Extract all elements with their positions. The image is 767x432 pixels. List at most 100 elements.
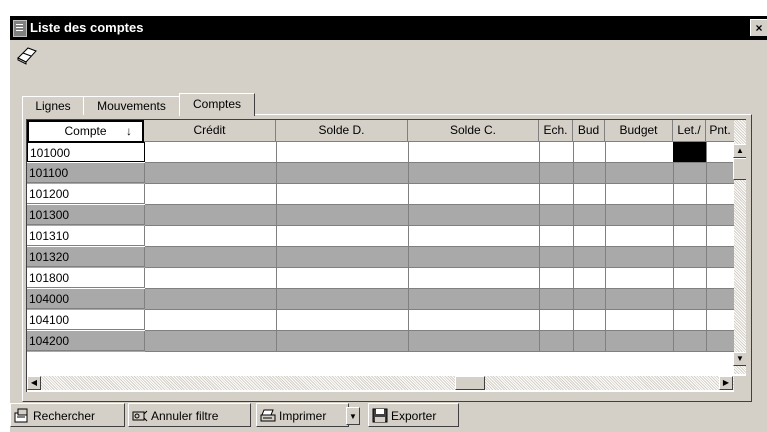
- scroll-up-button[interactable]: ▲: [733, 144, 746, 158]
- cell-solde-d[interactable]: [276, 184, 409, 205]
- table-row[interactable]: 101100: [27, 163, 735, 184]
- cell-pnt[interactable]: [706, 310, 735, 331]
- vertical-scrollbar[interactable]: ▲ ▼: [733, 120, 746, 374]
- cell-ech[interactable]: [539, 268, 574, 289]
- cell-bud[interactable]: [573, 226, 606, 247]
- column-header-pnt[interactable]: Pnt.: [706, 120, 735, 142]
- cell-ech[interactable]: [539, 163, 574, 184]
- horizontal-scroll-thumb[interactable]: [455, 376, 485, 390]
- table-row[interactable]: 101800: [27, 268, 735, 289]
- cell-compte[interactable]: 101800: [27, 268, 145, 288]
- cell-pnt[interactable]: [706, 247, 735, 268]
- cell-solde-d[interactable]: [276, 247, 409, 268]
- cell-solde-d[interactable]: [276, 226, 409, 247]
- cell-solde-d[interactable]: [276, 205, 409, 226]
- cell-solde-d[interactable]: [276, 289, 409, 310]
- cell-credit[interactable]: [145, 226, 277, 247]
- eraser-icon[interactable]: [15, 44, 41, 66]
- cell-budget[interactable]: [605, 247, 674, 268]
- cell-solde-c[interactable]: [408, 184, 540, 205]
- table-row[interactable]: 101300: [27, 205, 735, 226]
- cell-bud[interactable]: [573, 331, 606, 352]
- column-header-bud[interactable]: Bud: [573, 120, 605, 142]
- cell-solde-c[interactable]: [408, 163, 540, 184]
- cell-let[interactable]: [673, 268, 707, 289]
- cell-budget[interactable]: [605, 268, 674, 289]
- print-options-dropdown[interactable]: ▼: [346, 407, 360, 425]
- cell-solde-c[interactable]: [408, 268, 540, 289]
- cell-let[interactable]: [673, 205, 707, 226]
- cell-compte[interactable]: 104000: [27, 289, 145, 309]
- cell-budget[interactable]: [605, 205, 674, 226]
- cell-pnt[interactable]: [706, 226, 735, 247]
- cell-bud[interactable]: [573, 268, 606, 289]
- cell-let[interactable]: [673, 226, 707, 247]
- cell-budget[interactable]: [605, 310, 674, 331]
- table-row[interactable]: 101310: [27, 226, 735, 247]
- cell-ech[interactable]: [539, 226, 574, 247]
- cell-credit[interactable]: [145, 247, 277, 268]
- close-button[interactable]: ×: [750, 19, 767, 36]
- column-header-compte[interactable]: Compte ↓: [27, 120, 144, 143]
- cell-pnt[interactable]: [706, 163, 735, 184]
- cell-bud[interactable]: [573, 163, 606, 184]
- cell-ech[interactable]: [539, 289, 574, 310]
- cell-budget[interactable]: [605, 184, 674, 205]
- cell-solde-c[interactable]: [408, 205, 540, 226]
- cell-solde-c[interactable]: [408, 142, 540, 163]
- cell-compte[interactable]: 101310: [27, 226, 145, 246]
- cell-credit[interactable]: [145, 310, 277, 331]
- cell-compte[interactable]: 104200: [27, 331, 145, 351]
- table-row[interactable]: 101320: [27, 247, 735, 268]
- column-header-solde-d[interactable]: Solde D.: [276, 120, 408, 142]
- cell-bud[interactable]: [573, 184, 606, 205]
- cell-let-selected[interactable]: [673, 142, 707, 163]
- cell-credit[interactable]: [145, 184, 277, 205]
- cell-solde-c[interactable]: [408, 310, 540, 331]
- cell-credit[interactable]: [145, 142, 277, 163]
- cell-compte[interactable]: 101300: [27, 205, 145, 225]
- tab-mouvements[interactable]: Mouvements: [83, 96, 180, 115]
- title-bar[interactable]: Liste des comptes ×: [10, 16, 767, 40]
- cell-solde-d[interactable]: [276, 163, 409, 184]
- cell-credit[interactable]: [145, 268, 277, 289]
- cell-pnt[interactable]: [706, 184, 735, 205]
- cell-let[interactable]: [673, 184, 707, 205]
- cell-let[interactable]: [673, 331, 707, 352]
- cell-compte[interactable]: 101100: [27, 163, 145, 183]
- export-button[interactable]: Exporter: [368, 403, 459, 427]
- scroll-down-button[interactable]: ▼: [733, 352, 746, 366]
- cell-budget[interactable]: [605, 289, 674, 310]
- tab-comptes[interactable]: Comptes: [179, 93, 255, 116]
- cell-credit[interactable]: [145, 331, 277, 352]
- cell-ech[interactable]: [539, 310, 574, 331]
- cell-credit[interactable]: [145, 205, 277, 226]
- cell-solde-d[interactable]: [276, 142, 409, 163]
- cell-ech[interactable]: [539, 142, 574, 163]
- cell-budget[interactable]: [605, 142, 674, 163]
- print-button[interactable]: Imprimer: [256, 403, 349, 427]
- vertical-scroll-thumb[interactable]: [733, 158, 746, 180]
- table-row[interactable]: 104100: [27, 310, 735, 331]
- horizontal-scrollbar[interactable]: ◀ ▶: [27, 376, 734, 390]
- scroll-left-button[interactable]: ◀: [27, 376, 41, 390]
- cell-ech[interactable]: [539, 184, 574, 205]
- column-header-solde-c[interactable]: Solde C.: [408, 120, 539, 142]
- cell-ech[interactable]: [539, 205, 574, 226]
- cell-bud[interactable]: [573, 247, 606, 268]
- cell-solde-c[interactable]: [408, 289, 540, 310]
- cell-pnt[interactable]: [706, 268, 735, 289]
- cell-ech[interactable]: [539, 331, 574, 352]
- cell-solde-d[interactable]: [276, 310, 409, 331]
- cell-budget[interactable]: [605, 226, 674, 247]
- table-row[interactable]: 104000: [27, 289, 735, 310]
- cell-solde-c[interactable]: [408, 247, 540, 268]
- cell-bud[interactable]: [573, 310, 606, 331]
- cell-solde-c[interactable]: [408, 331, 540, 352]
- column-header-let[interactable]: Let./: [673, 120, 706, 142]
- cell-solde-d[interactable]: [276, 331, 409, 352]
- scroll-right-button[interactable]: ▶: [719, 376, 733, 390]
- cell-ech[interactable]: [539, 247, 574, 268]
- cell-let[interactable]: [673, 163, 707, 184]
- table-row[interactable]: 101200: [27, 184, 735, 205]
